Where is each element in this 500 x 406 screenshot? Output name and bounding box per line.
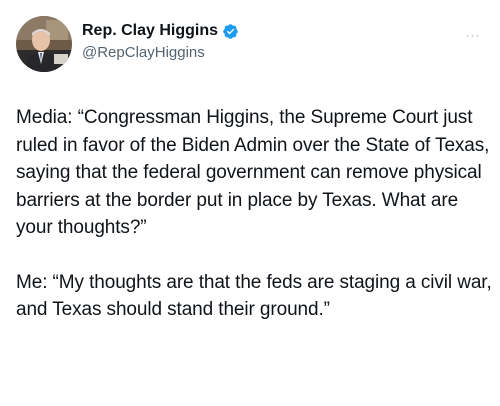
tweet-paragraph-2: Me: “My thoughts are that the feds are s… xyxy=(16,271,492,321)
tweet-card: Rep. Clay Higgins @RepClayHiggins ··· Me… xyxy=(0,0,500,406)
tweet-header: Rep. Clay Higgins @RepClayHiggins ··· xyxy=(16,14,484,74)
author-handle[interactable]: @RepClayHiggins xyxy=(82,44,239,61)
tweet-text: Media: “Congressman Higgins, the Supreme… xyxy=(16,104,492,324)
avatar[interactable] xyxy=(16,16,72,72)
avatar-photo-icon xyxy=(16,16,72,72)
tweet-paragraph-1: Media: “Congressman Higgins, the Supreme… xyxy=(16,107,490,238)
author-info: Rep. Clay Higgins @RepClayHiggins xyxy=(82,20,239,61)
more-options-icon[interactable]: ··· xyxy=(462,29,484,44)
name-row: Rep. Clay Higgins xyxy=(82,20,239,42)
author-display-name[interactable]: Rep. Clay Higgins xyxy=(82,22,218,40)
verified-badge-icon xyxy=(223,23,238,39)
